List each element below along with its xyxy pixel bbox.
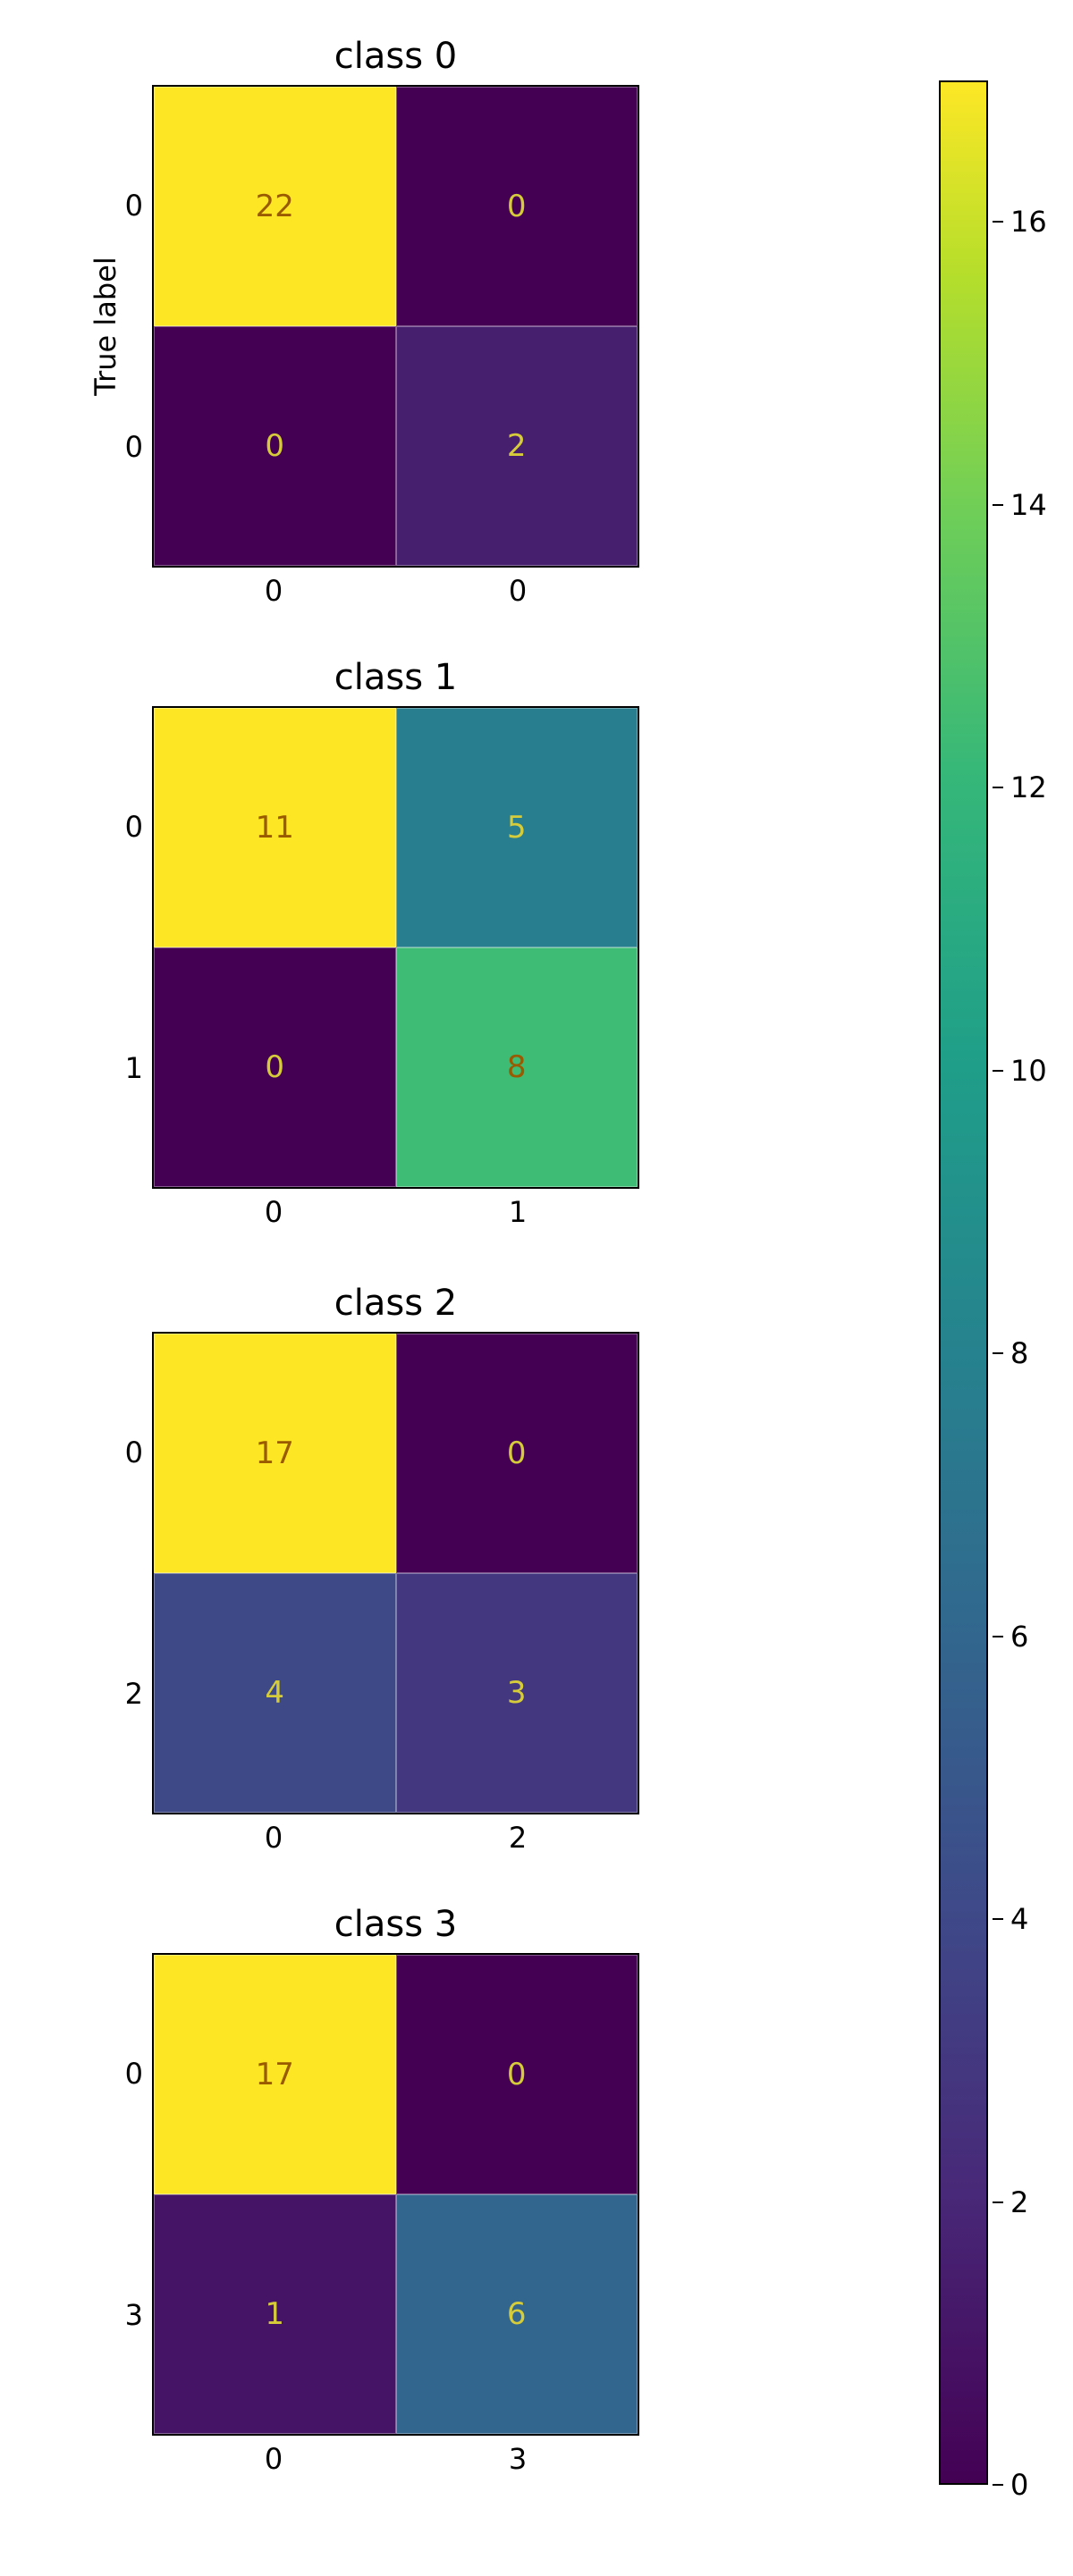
heatmap-cell: 6 (396, 2194, 638, 2434)
colorbar-tick-label: 14 (1010, 488, 1047, 522)
heatmap-cell: 0 (396, 87, 638, 326)
heatmap-cell: 0 (154, 947, 396, 1187)
colorbar-tick-label: 0 (1010, 2468, 1028, 2502)
cell-value: 2 (507, 428, 527, 464)
colorbar-tick (993, 2201, 1003, 2203)
colorbar-tick-label: 6 (1010, 1620, 1028, 1654)
cell-value: 5 (507, 810, 527, 846)
colorbar-tick (993, 787, 1003, 788)
panel-title: class 2 (152, 1283, 639, 1324)
heatmap-grid: 22 0 0 2 (152, 85, 639, 568)
panel-title: class 0 (152, 36, 639, 77)
confusion-matrix-3: class 3170160303 (152, 1953, 639, 2436)
y-tick: 1 (103, 1051, 143, 1085)
heatmap-grid: 11 5 0 8 (152, 706, 639, 1189)
panel-title: class 1 (152, 657, 639, 698)
heatmap-cell: 0 (396, 1955, 638, 2194)
colorbar-tick (993, 504, 1003, 506)
x-tick: 2 (509, 1821, 527, 1855)
figure: class 0True label220020000class 11150801… (0, 0, 1073, 2576)
cell-value: 0 (507, 189, 527, 224)
confusion-matrix-0: class 0True label220020000 (152, 85, 639, 568)
colorbar-tick-label: 8 (1010, 1336, 1028, 1370)
y-tick: 0 (103, 189, 143, 223)
cell-value: 0 (265, 428, 284, 464)
heatmap-cell: 5 (396, 708, 638, 947)
confusion-matrix-1: class 1115080101 (152, 706, 639, 1189)
colorbar-tick-label: 12 (1010, 770, 1047, 804)
cell-value: 6 (507, 2296, 527, 2332)
colorbar-tick-label: 10 (1010, 1054, 1047, 1088)
x-tick: 0 (509, 574, 527, 608)
heatmap-grid: 17 0 1 6 (152, 1953, 639, 2436)
cell-value: 4 (265, 1675, 284, 1711)
heatmap-cell: 0 (154, 326, 396, 566)
heatmap-cell: 0 (396, 1334, 638, 1573)
colorbar-gradient (939, 80, 988, 2485)
cell-value: 11 (256, 810, 294, 846)
colorbar-tick (993, 2484, 1003, 2486)
colorbar-tick-label: 2 (1010, 2185, 1028, 2219)
y-tick: 2 (103, 1677, 143, 1711)
heatmap-cell: 4 (154, 1573, 396, 1813)
colorbar-tick-label: 4 (1010, 1902, 1028, 1936)
colorbar-tick (993, 1918, 1003, 1920)
x-tick: 0 (265, 2442, 283, 2476)
cell-value: 17 (256, 2057, 294, 2092)
colorbar-tick (993, 1070, 1003, 1072)
colorbar: 0246810121416 (939, 80, 988, 2485)
x-tick: 1 (509, 1195, 527, 1229)
heatmap-cell: 2 (396, 326, 638, 566)
y-axis-label: True label (89, 257, 123, 396)
cell-value: 0 (507, 1435, 527, 1471)
heatmap-grid: 17 0 4 3 (152, 1332, 639, 1814)
colorbar-tick (993, 221, 1003, 223)
x-tick: 0 (265, 1821, 283, 1855)
heatmap-cell: 22 (154, 87, 396, 326)
y-tick: 0 (103, 810, 143, 844)
cell-value: 17 (256, 1435, 294, 1471)
cell-value: 0 (507, 2057, 527, 2092)
cell-value: 22 (256, 189, 294, 224)
heatmap-cell: 17 (154, 1334, 396, 1573)
heatmap-cell: 11 (154, 708, 396, 947)
x-tick: 0 (265, 1195, 283, 1229)
colorbar-tick (993, 1636, 1003, 1637)
confusion-matrix-2: class 2170430202 (152, 1332, 639, 1814)
cell-value: 8 (507, 1049, 527, 1085)
x-tick: 0 (265, 574, 283, 608)
y-tick: 0 (103, 2057, 143, 2091)
y-tick: 3 (103, 2298, 143, 2332)
cell-value: 0 (265, 1049, 284, 1085)
panel-title: class 3 (152, 1904, 639, 1945)
colorbar-tick (993, 1352, 1003, 1354)
cell-value: 1 (265, 2296, 284, 2332)
heatmap-cell: 3 (396, 1573, 638, 1813)
heatmap-cell: 17 (154, 1955, 396, 2194)
heatmap-cell: 1 (154, 2194, 396, 2434)
y-tick: 0 (103, 430, 143, 464)
y-tick: 0 (103, 1435, 143, 1469)
cell-value: 3 (507, 1675, 527, 1711)
heatmap-cell: 8 (396, 947, 638, 1187)
colorbar-tick-label: 16 (1010, 205, 1047, 239)
x-tick: 3 (509, 2442, 527, 2476)
